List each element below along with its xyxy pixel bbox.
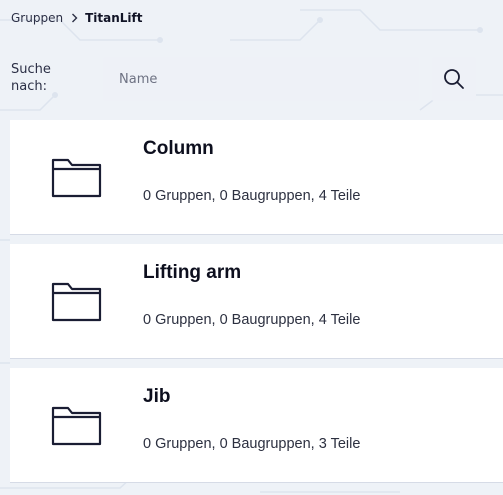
item-title: Column xyxy=(143,138,214,159)
item-title: Jib xyxy=(143,386,171,407)
list-item[interactable]: Column 0 Gruppen, 0 Baugruppen, 4 Teile xyxy=(10,120,503,235)
search-input[interactable] xyxy=(103,57,419,101)
folder-icon xyxy=(51,406,102,446)
search-label: Suche nach: xyxy=(11,62,51,94)
search-button[interactable] xyxy=(432,57,476,101)
item-summary: 0 Gruppen, 0 Baugruppen, 4 Teile xyxy=(143,188,361,204)
search-icon xyxy=(444,69,464,89)
item-summary: 0 Gruppen, 0 Baugruppen, 3 Teile xyxy=(143,436,361,452)
list-item[interactable]: Jib 0 Gruppen, 0 Baugruppen, 3 Teile xyxy=(10,368,503,483)
item-summary: 0 Gruppen, 0 Baugruppen, 4 Teile xyxy=(143,312,361,328)
chevron-right-icon xyxy=(71,13,78,23)
breadcrumb-current: TitanLift xyxy=(85,11,143,25)
folder-icon xyxy=(51,158,102,198)
item-title: Lifting arm xyxy=(143,262,242,283)
list-item[interactable]: Lifting arm 0 Gruppen, 0 Baugruppen, 4 T… xyxy=(10,244,503,359)
breadcrumb: Gruppen TitanLift xyxy=(11,11,142,25)
breadcrumb-link-groups[interactable]: Gruppen xyxy=(11,11,63,25)
folder-icon xyxy=(51,282,102,322)
group-list: Column 0 Gruppen, 0 Baugruppen, 4 Teile … xyxy=(10,120,503,492)
